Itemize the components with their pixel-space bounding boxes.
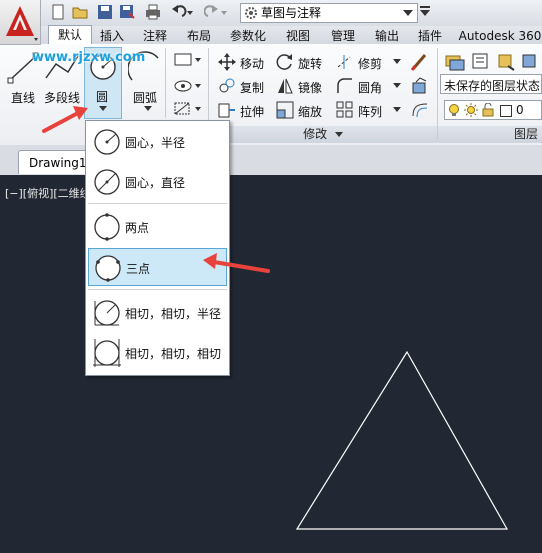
annotation-arrows <box>42 106 270 273</box>
arrow-to-three-point-icon <box>203 253 270 273</box>
arrow-to-circle-tool-icon <box>42 106 88 133</box>
